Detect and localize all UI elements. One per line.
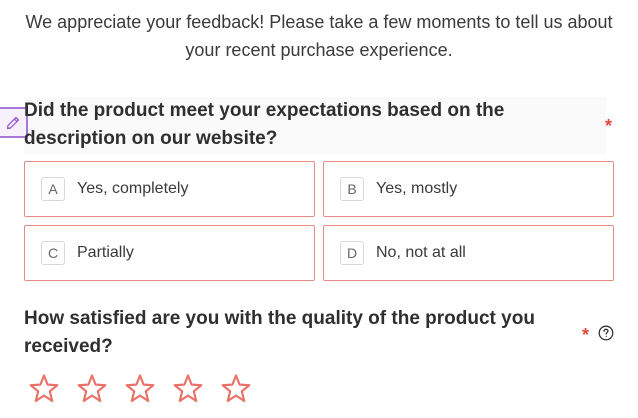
option-key: C — [41, 241, 65, 265]
pencil-icon — [5, 115, 21, 131]
option-label: No, not at all — [376, 244, 466, 261]
option-key: D — [340, 241, 364, 265]
star-outline-icon[interactable] — [75, 372, 109, 406]
intro-text: We appreciate your feedback! Please take… — [25, 12, 613, 60]
required-marker: * — [605, 116, 613, 136]
option-label: Yes, completely — [77, 180, 189, 197]
help-circle-icon[interactable] — [598, 325, 614, 341]
option-key: A — [41, 177, 65, 201]
star-outline-icon[interactable] — [171, 372, 205, 406]
option-c[interactable]: C Partially — [24, 225, 315, 281]
star-outline-icon[interactable] — [123, 372, 157, 406]
option-a[interactable]: A Yes, completely — [24, 161, 315, 217]
star-outline-icon[interactable] — [219, 372, 253, 406]
question-2-title: How satisfied are you with the quality o… — [24, 308, 535, 357]
option-label: Partially — [77, 244, 134, 261]
question-1-title: Did the product meet your expectations b… — [24, 100, 505, 149]
star-outline-icon[interactable] — [27, 372, 61, 406]
required-marker: * — [582, 325, 590, 345]
option-label: Yes, mostly — [376, 180, 458, 197]
option-key: B — [340, 177, 364, 201]
star-rating — [27, 372, 267, 406]
option-b[interactable]: B Yes, mostly — [323, 161, 614, 217]
option-d[interactable]: D No, not at all — [323, 225, 614, 281]
